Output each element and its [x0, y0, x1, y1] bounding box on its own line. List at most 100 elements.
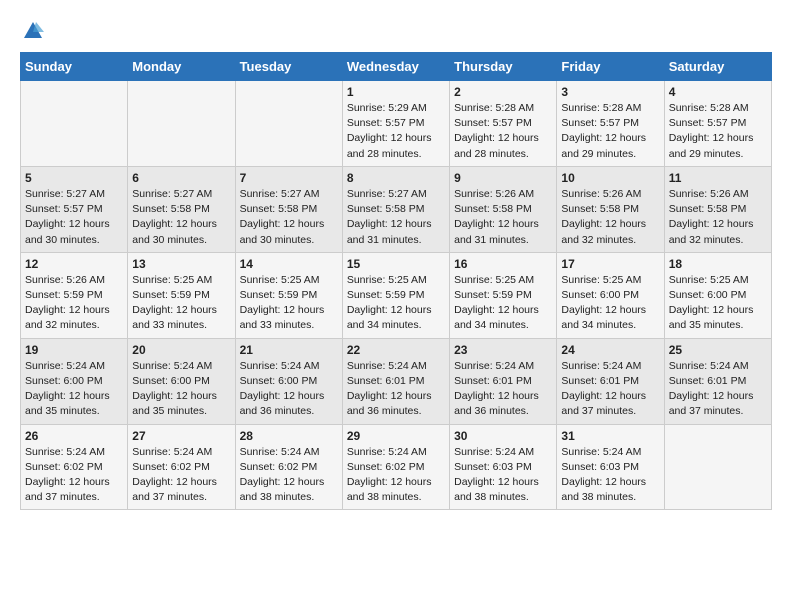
day-content: Sunrise: 5:24 AM Sunset: 6:03 PM Dayligh…: [454, 445, 552, 506]
calendar-cell: 20 Sunrise: 5:24 AM Sunset: 6:00 PM Dayli…: [128, 338, 235, 424]
calendar-cell: 24Sunrise: 5:24 AM Sunset: 6:01 PM Dayli…: [557, 338, 664, 424]
calendar-cell: 28 Sunrise: 5:24 AM Sunset: 6:02 PM Dayli…: [235, 424, 342, 510]
day-content: Sunrise: 5:24 AM Sunset: 6:02 PM Dayligh…: [240, 445, 338, 506]
day-number: 2: [454, 85, 552, 99]
day-number: 21: [240, 343, 338, 357]
day-number: 5: [25, 171, 123, 185]
day-content: Sunrise: 5:28 AM Sunset: 5:57 PM Dayligh…: [669, 101, 767, 162]
calendar-cell: 26Sunrise: 5:24 AM Sunset: 6:02 PM Dayli…: [21, 424, 128, 510]
day-content: Sunrise: 5:27 AM Sunset: 5:58 PM Dayligh…: [132, 187, 230, 248]
calendar-cell: 7Sunrise: 5:27 AM Sunset: 5:58 PM Daylig…: [235, 166, 342, 252]
calendar-table: SundayMondayTuesdayWednesdayThursdayFrid…: [20, 52, 772, 510]
calendar-cell: 16 Sunrise: 5:25 AM Sunset: 5:59 PM Dayli…: [450, 252, 557, 338]
day-content: Sunrise: 5:27 AM Sunset: 5:57 PM Dayligh…: [25, 187, 123, 248]
calendar-cell: 2Sunrise: 5:28 AM Sunset: 5:57 PM Daylig…: [450, 81, 557, 167]
day-number: 18: [669, 257, 767, 271]
weekday-header-thursday: Thursday: [450, 53, 557, 81]
weekday-header-sunday: Sunday: [21, 53, 128, 81]
day-content: Sunrise: 5:26 AM Sunset: 5:58 PM Dayligh…: [454, 187, 552, 248]
day-number: 6: [132, 171, 230, 185]
day-content: Sunrise: 5:24 AM Sunset: 6:01 PM Dayligh…: [561, 359, 659, 420]
day-number: 23: [454, 343, 552, 357]
weekday-header-row: SundayMondayTuesdayWednesdayThursdayFrid…: [21, 53, 772, 81]
calendar-cell: 8Sunrise: 5:27 AM Sunset: 5:58 PM Daylig…: [342, 166, 449, 252]
calendar-cell: 3 Sunrise: 5:28 AM Sunset: 5:57 PM Daylig…: [557, 81, 664, 167]
day-number: 25: [669, 343, 767, 357]
day-content: Sunrise: 5:26 AM Sunset: 5:58 PM Dayligh…: [669, 187, 767, 248]
calendar-cell: 12Sunrise: 5:26 AM Sunset: 5:59 PM Dayli…: [21, 252, 128, 338]
calendar-cell: 9 Sunrise: 5:26 AM Sunset: 5:58 PM Daylig…: [450, 166, 557, 252]
calendar-week-row: 1Sunrise: 5:29 AM Sunset: 5:57 PM Daylig…: [21, 81, 772, 167]
calendar-cell: 23 Sunrise: 5:24 AM Sunset: 6:01 PM Dayli…: [450, 338, 557, 424]
day-number: 28: [240, 429, 338, 443]
day-number: 20: [132, 343, 230, 357]
calendar-cell: 1Sunrise: 5:29 AM Sunset: 5:57 PM Daylig…: [342, 81, 449, 167]
day-content: Sunrise: 5:24 AM Sunset: 6:00 PM Dayligh…: [132, 359, 230, 420]
day-number: 14: [240, 257, 338, 271]
day-content: Sunrise: 5:24 AM Sunset: 6:01 PM Dayligh…: [454, 359, 552, 420]
day-content: Sunrise: 5:27 AM Sunset: 5:58 PM Dayligh…: [347, 187, 445, 248]
weekday-header-wednesday: Wednesday: [342, 53, 449, 81]
weekday-header-saturday: Saturday: [664, 53, 771, 81]
day-content: Sunrise: 5:24 AM Sunset: 6:02 PM Dayligh…: [347, 445, 445, 506]
calendar-cell: 14Sunrise: 5:25 AM Sunset: 5:59 PM Dayli…: [235, 252, 342, 338]
day-number: 30: [454, 429, 552, 443]
calendar-cell: 4 Sunrise: 5:28 AM Sunset: 5:57 PM Daylig…: [664, 81, 771, 167]
day-content: Sunrise: 5:25 AM Sunset: 5:59 PM Dayligh…: [347, 273, 445, 334]
day-number: 11: [669, 171, 767, 185]
day-number: 29: [347, 429, 445, 443]
calendar-cell: 18 Sunrise: 5:25 AM Sunset: 6:00 PM Dayli…: [664, 252, 771, 338]
logo-icon: [22, 20, 44, 42]
day-content: Sunrise: 5:24 AM Sunset: 6:00 PM Dayligh…: [25, 359, 123, 420]
calendar-header: SundayMondayTuesdayWednesdayThursdayFrid…: [21, 53, 772, 81]
calendar-cell: 15 Sunrise: 5:25 AM Sunset: 5:59 PM Dayli…: [342, 252, 449, 338]
day-content: Sunrise: 5:24 AM Sunset: 6:01 PM Dayligh…: [347, 359, 445, 420]
calendar-cell: [128, 81, 235, 167]
calendar-cell: 25 Sunrise: 5:24 AM Sunset: 6:01 PM Dayli…: [664, 338, 771, 424]
weekday-header-monday: Monday: [128, 53, 235, 81]
calendar-cell: 21 Sunrise: 5:24 AM Sunset: 6:00 PM Dayli…: [235, 338, 342, 424]
calendar-cell: [235, 81, 342, 167]
day-content: Sunrise: 5:25 AM Sunset: 5:59 PM Dayligh…: [454, 273, 552, 334]
calendar-cell: 29 Sunrise: 5:24 AM Sunset: 6:02 PM Dayli…: [342, 424, 449, 510]
day-number: 9: [454, 171, 552, 185]
calendar-cell: 17Sunrise: 5:25 AM Sunset: 6:00 PM Dayli…: [557, 252, 664, 338]
calendar-cell: 19 Sunrise: 5:24 AM Sunset: 6:00 PM Dayli…: [21, 338, 128, 424]
calendar-cell: 10 Sunrise: 5:26 AM Sunset: 5:58 PM Dayli…: [557, 166, 664, 252]
day-content: Sunrise: 5:29 AM Sunset: 5:57 PM Dayligh…: [347, 101, 445, 162]
calendar-cell: 31Sunrise: 5:24 AM Sunset: 6:03 PM Dayli…: [557, 424, 664, 510]
day-content: Sunrise: 5:25 AM Sunset: 6:00 PM Dayligh…: [669, 273, 767, 334]
calendar-body: 1Sunrise: 5:29 AM Sunset: 5:57 PM Daylig…: [21, 81, 772, 510]
calendar-cell: 13 Sunrise: 5:25 AM Sunset: 5:59 PM Dayli…: [128, 252, 235, 338]
calendar-cell: 11 Sunrise: 5:26 AM Sunset: 5:58 PM Dayli…: [664, 166, 771, 252]
day-content: Sunrise: 5:25 AM Sunset: 5:59 PM Dayligh…: [132, 273, 230, 334]
calendar-cell: 22 Sunrise: 5:24 AM Sunset: 6:01 PM Dayli…: [342, 338, 449, 424]
day-number: 10: [561, 171, 659, 185]
day-number: 17: [561, 257, 659, 271]
day-number: 4: [669, 85, 767, 99]
day-number: 22: [347, 343, 445, 357]
calendar-cell: 5 Sunrise: 5:27 AM Sunset: 5:57 PM Daylig…: [21, 166, 128, 252]
day-content: Sunrise: 5:24 AM Sunset: 6:00 PM Dayligh…: [240, 359, 338, 420]
day-number: 16: [454, 257, 552, 271]
day-number: 13: [132, 257, 230, 271]
day-number: 3: [561, 85, 659, 99]
page-header: [20, 20, 772, 42]
day-number: 15: [347, 257, 445, 271]
calendar-week-row: 5 Sunrise: 5:27 AM Sunset: 5:57 PM Daylig…: [21, 166, 772, 252]
calendar-cell: [664, 424, 771, 510]
day-content: Sunrise: 5:24 AM Sunset: 6:02 PM Dayligh…: [132, 445, 230, 506]
day-content: Sunrise: 5:26 AM Sunset: 5:59 PM Dayligh…: [25, 273, 123, 334]
calendar-week-row: 26Sunrise: 5:24 AM Sunset: 6:02 PM Dayli…: [21, 424, 772, 510]
day-content: Sunrise: 5:28 AM Sunset: 5:57 PM Dayligh…: [561, 101, 659, 162]
day-number: 7: [240, 171, 338, 185]
day-number: 27: [132, 429, 230, 443]
day-content: Sunrise: 5:24 AM Sunset: 6:01 PM Dayligh…: [669, 359, 767, 420]
day-number: 19: [25, 343, 123, 357]
day-content: Sunrise: 5:24 AM Sunset: 6:02 PM Dayligh…: [25, 445, 123, 506]
calendar-cell: 30 Sunrise: 5:24 AM Sunset: 6:03 PM Dayli…: [450, 424, 557, 510]
day-content: Sunrise: 5:26 AM Sunset: 5:58 PM Dayligh…: [561, 187, 659, 248]
day-content: Sunrise: 5:24 AM Sunset: 6:03 PM Dayligh…: [561, 445, 659, 506]
calendar-cell: 6 Sunrise: 5:27 AM Sunset: 5:58 PM Daylig…: [128, 166, 235, 252]
calendar-cell: [21, 81, 128, 167]
